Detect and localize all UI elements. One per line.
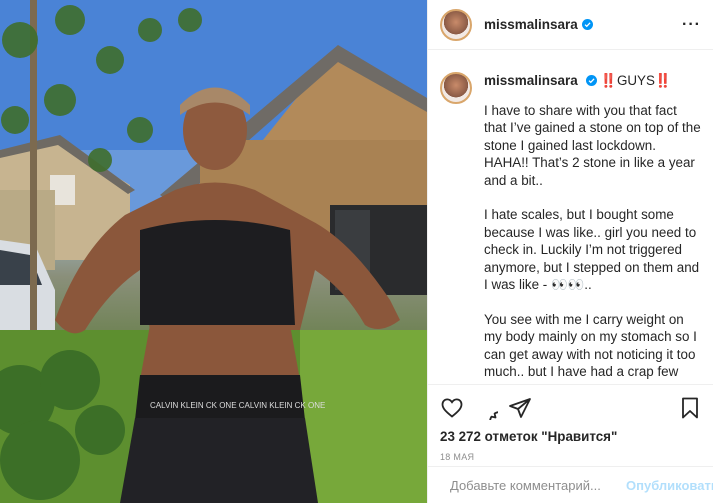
caption: missmalinsara ‼️GUYS‼️ I have to share w… [440, 72, 702, 384]
photo-illustration: CALVIN KLEIN CK ONE CALVIN KLEIN CK ONE [0, 0, 427, 503]
verified-badge-icon [585, 75, 597, 86]
post-actions: 23 272 отметок "Нравится" 18 мая [428, 384, 713, 462]
post-header: missmalinsara ··· [428, 0, 713, 50]
caption-paragraph-2: I hate scales, but I bought some because… [484, 207, 700, 292]
comment-input[interactable] [450, 477, 626, 493]
more-options-icon[interactable]: ··· [682, 16, 701, 34]
caption-paragraph-1: I have to share with you that fact that … [484, 102, 701, 188]
caption-paragraph-3: You see with me I carry weight on my bod… [484, 311, 697, 385]
caption-first-line: ‼️GUYS‼️ [600, 73, 672, 88]
comment-icon[interactable] [474, 396, 498, 420]
likes-count[interactable]: 23 272 отметок "Нравится" [440, 429, 702, 444]
heart-icon[interactable] [440, 396, 464, 420]
post-sidebar: missmalinsara ··· missmalinsara ‼️GUYS‼️… [427, 0, 713, 503]
caption-text: missmalinsara ‼️GUYS‼️ I have to share w… [484, 72, 702, 384]
caption-area: missmalinsara ‼️GUYS‼️ I have to share w… [428, 58, 713, 384]
caption-username[interactable]: missmalinsara [484, 73, 578, 88]
publish-button[interactable]: Опубликовать [626, 478, 713, 493]
header-username[interactable]: missmalinsara [484, 17, 578, 32]
caption-avatar[interactable] [440, 72, 472, 104]
action-icons [440, 393, 702, 423]
share-icon[interactable] [508, 396, 532, 420]
waistband-text: CALVIN KLEIN CK ONE CALVIN KLEIN CK ONE [150, 401, 325, 410]
post-photo[interactable]: CALVIN KLEIN CK ONE CALVIN KLEIN CK ONE [0, 0, 427, 503]
post-date[interactable]: 18 мая [440, 452, 702, 462]
comment-bar: Опубликовать [428, 466, 713, 503]
avatar[interactable] [440, 8, 472, 41]
bookmark-icon[interactable] [678, 396, 702, 420]
verified-badge-icon [581, 19, 593, 30]
